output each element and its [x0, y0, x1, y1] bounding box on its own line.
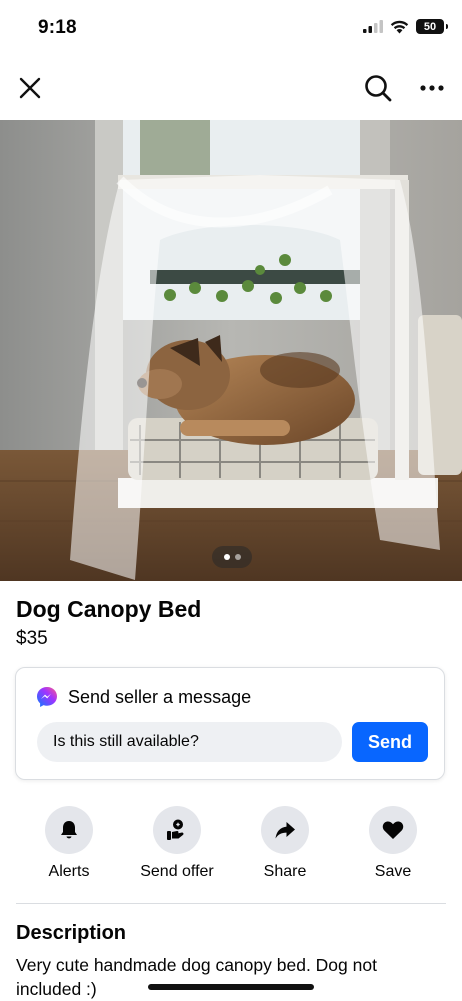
messenger-icon: [37, 687, 57, 707]
pagination-dot-active[interactable]: [223, 554, 230, 560]
dog-canopy-bed-photo: [0, 120, 462, 581]
close-button[interactable]: [10, 68, 50, 108]
message-input[interactable]: [37, 722, 342, 762]
close-icon: [19, 77, 41, 99]
send-offer-label: Send offer: [140, 863, 214, 880]
divider: [16, 903, 446, 904]
status-icons: 50: [363, 19, 448, 34]
share-label: Share: [263, 863, 307, 880]
signal-icon: [363, 20, 383, 33]
send-offer-button[interactable]: Send offer: [122, 806, 232, 881]
save-button[interactable]: Save: [338, 806, 448, 881]
pagination-dot[interactable]: [234, 554, 241, 560]
status-bar: 9:18 50: [0, 0, 462, 56]
more-options-button[interactable]: [412, 68, 452, 108]
battery-icon: 50: [416, 19, 448, 34]
send-offer-circle[interactable]: [153, 806, 201, 854]
message-heading: Send seller a message: [68, 686, 252, 707]
save-circle[interactable]: [369, 806, 417, 854]
search-icon: [365, 75, 392, 102]
share-circle[interactable]: [261, 806, 309, 854]
message-seller-card: Send seller a message Send: [15, 667, 445, 780]
wifi-icon: [390, 20, 409, 33]
home-indicator[interactable]: [148, 984, 314, 990]
top-nav: [0, 60, 462, 116]
message-header: Send seller a message: [36, 686, 251, 708]
send-button[interactable]: Send: [352, 722, 428, 762]
share-button[interactable]: Share: [230, 806, 340, 881]
more-options-icon: [420, 85, 444, 91]
description-text: Very cute handmade dog canopy bed. Dog n…: [16, 955, 377, 999]
photo-pagination: [212, 546, 252, 568]
heart-icon: [382, 821, 404, 839]
save-label: Save: [374, 863, 412, 880]
listing-price: $35: [16, 628, 48, 649]
action-bar: Alerts Send offer Share Save: [0, 806, 462, 886]
listing-title: Dog Canopy Bed: [16, 596, 202, 622]
status-time: 9:18: [38, 17, 77, 38]
share-arrow-icon: [275, 822, 295, 839]
search-button[interactable]: [358, 68, 398, 108]
alerts-button[interactable]: Alerts: [14, 806, 124, 881]
bell-icon: [61, 821, 77, 839]
offer-icon: [167, 819, 184, 840]
description-heading: Description: [16, 922, 127, 944]
alerts-label: Alerts: [48, 863, 90, 880]
alerts-circle[interactable]: [45, 806, 93, 854]
listing-photo[interactable]: [0, 120, 462, 581]
